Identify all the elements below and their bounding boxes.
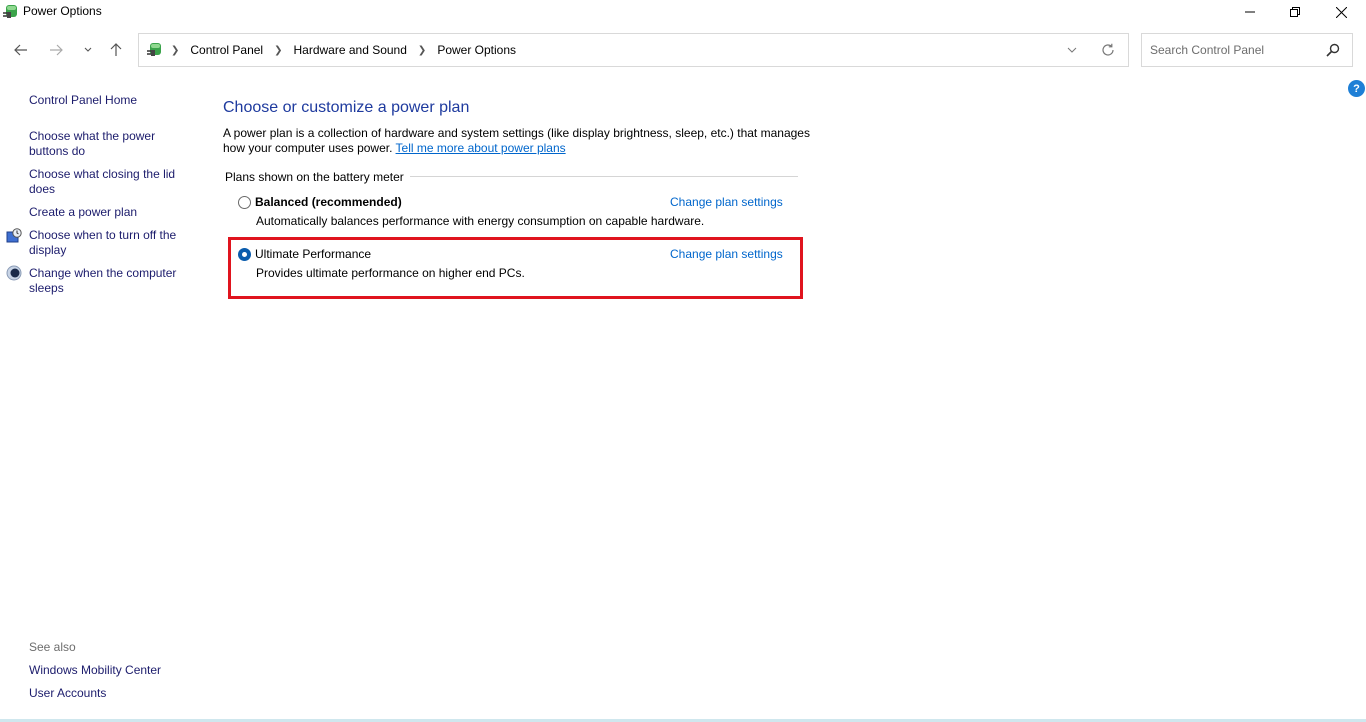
sidebar-link-power-buttons[interactable]: Choose what the power buttons do: [29, 129, 189, 159]
forward-arrow-icon: [50, 44, 63, 56]
control-panel-home-link[interactable]: Control Panel Home: [29, 93, 189, 108]
up-arrow-icon: [110, 43, 122, 56]
back-arrow-icon: [14, 44, 27, 56]
back-button[interactable]: [9, 38, 33, 62]
help-button[interactable]: ?: [1348, 80, 1365, 97]
search-box: [1141, 33, 1353, 67]
power-options-icon: [147, 43, 161, 56]
forward-button[interactable]: [44, 38, 68, 62]
plan-description: Provides ultimate performance on higher …: [256, 266, 525, 280]
restore-button[interactable]: [1272, 0, 1318, 24]
refresh-icon: [1102, 43, 1114, 56]
learn-more-link[interactable]: Tell me more about power plans: [396, 141, 566, 155]
recent-locations-button[interactable]: [76, 38, 100, 62]
chevron-down-icon: [84, 47, 92, 52]
plan-radio-balanced[interactable]: [238, 196, 251, 209]
restore-icon: [1290, 7, 1300, 17]
search-input[interactable]: [1150, 34, 1320, 66]
display-timer-icon: [6, 228, 22, 243]
sleep-moon-icon: [6, 265, 22, 281]
see-also-windows-mobility-center[interactable]: Windows Mobility Center: [29, 663, 189, 678]
up-button[interactable]: [104, 38, 128, 62]
window-title: Power Options: [23, 4, 102, 18]
close-icon: [1335, 6, 1347, 18]
breadcrumb-separator-icon[interactable]: ❯: [418, 45, 426, 56]
see-also-user-accounts[interactable]: User Accounts: [29, 686, 189, 701]
breadcrumb-power-options[interactable]: Power Options: [435, 43, 518, 57]
refresh-button[interactable]: [1099, 41, 1117, 59]
change-plan-settings-link[interactable]: Change plan settings: [670, 195, 783, 209]
breadcrumb-separator-icon[interactable]: ❯: [171, 45, 179, 56]
minimize-button[interactable]: [1227, 0, 1273, 24]
plans-group-label: Plans shown on the battery meter: [225, 170, 410, 184]
plan-name[interactable]: Balanced (recommended): [255, 195, 402, 209]
plan-radio-ultimate[interactable]: [238, 248, 251, 261]
search-icon[interactable]: [1326, 43, 1340, 57]
close-button[interactable]: [1318, 0, 1364, 24]
breadcrumb-separator-icon[interactable]: ❯: [274, 45, 282, 56]
page-title: Choose or customize a power plan: [223, 99, 470, 116]
plan-description: Automatically balances performance with …: [256, 214, 705, 228]
change-plan-settings-link[interactable]: Change plan settings: [670, 247, 783, 261]
sidebar-link-closing-lid[interactable]: Choose what closing the lid does: [29, 167, 189, 197]
title-bar: Power Options: [0, 0, 1366, 24]
chevron-down-icon: [1067, 47, 1077, 53]
breadcrumb-hardware-and-sound[interactable]: Hardware and Sound: [292, 43, 409, 57]
plan-name[interactable]: Ultimate Performance: [255, 247, 371, 261]
breadcrumb: ❯ Control Panel ❯ Hardware and Sound ❯ P…: [169, 34, 518, 66]
sidebar-link-create-plan[interactable]: Create a power plan: [29, 205, 189, 220]
address-history-button[interactable]: [1064, 42, 1080, 58]
see-also-heading: See also: [29, 640, 76, 654]
minimize-icon: [1245, 11, 1255, 13]
address-bar[interactable]: ❯ Control Panel ❯ Hardware and Sound ❯ P…: [138, 33, 1129, 67]
page-description: A power plan is a collection of hardware…: [223, 126, 813, 156]
power-options-icon: [3, 5, 17, 18]
breadcrumb-control-panel[interactable]: Control Panel: [188, 43, 265, 57]
sidebar-link-computer-sleeps[interactable]: Change when the computer sleeps: [29, 266, 189, 296]
sidebar-link-turn-off-display[interactable]: Choose when to turn off the display: [29, 228, 189, 258]
help-icon: ?: [1353, 82, 1360, 95]
